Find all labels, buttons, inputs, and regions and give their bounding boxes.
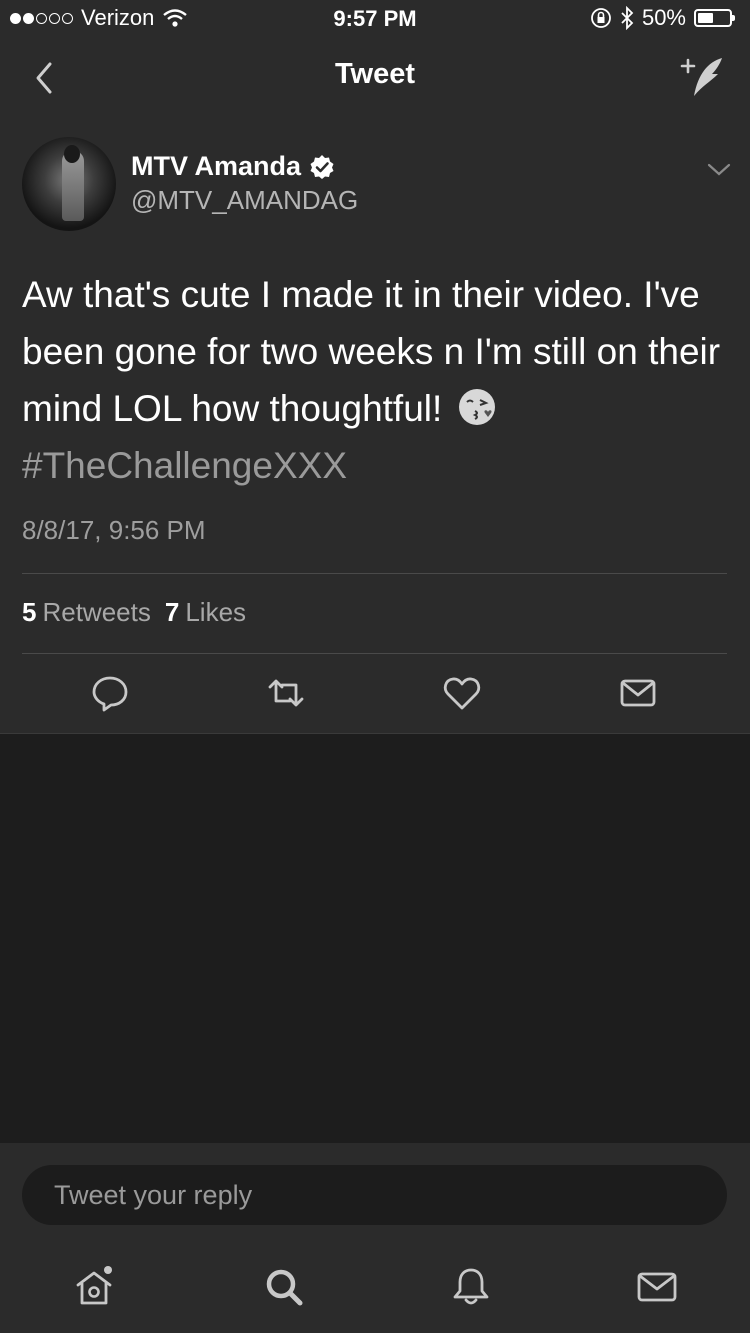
divider xyxy=(0,733,750,734)
engagement-stats: 5 Retweets 7 Likes xyxy=(22,597,246,628)
envelope-icon[interactable] xyxy=(618,673,658,713)
bell-icon[interactable] xyxy=(449,1265,493,1309)
author-name[interactable]: MTV Amanda xyxy=(131,151,301,182)
status-right: 50% xyxy=(590,5,735,31)
heart-icon[interactable] xyxy=(442,673,482,713)
reply-icon[interactable] xyxy=(90,673,130,713)
bluetooth-icon xyxy=(621,6,634,30)
tweet-detail-card: MTV Amanda @MTV_AMANDAG Aw that's cute I… xyxy=(0,115,750,733)
author-handle[interactable]: @MTV_AMANDAG xyxy=(131,185,358,216)
status-bar: Verizon 9:57 PM 50% xyxy=(0,0,750,40)
bottom-area: Tweet your reply xyxy=(0,1143,750,1333)
reply-placeholder: Tweet your reply xyxy=(54,1180,253,1210)
likes-stat[interactable]: 7 Likes xyxy=(165,597,246,628)
compose-tweet-icon[interactable] xyxy=(678,52,730,104)
envelope-icon[interactable] xyxy=(635,1265,679,1309)
divider xyxy=(22,653,727,654)
tweet-text: Aw that's cute I made it in their video.… xyxy=(22,266,732,494)
likes-count: 7 xyxy=(164,597,180,627)
battery-icon xyxy=(694,9,735,27)
top-bar: Verizon 9:57 PM 50% Tweet xyxy=(0,0,750,115)
search-icon[interactable] xyxy=(262,1265,306,1309)
retweets-stat[interactable]: 5 Retweets xyxy=(22,597,151,628)
battery-fill xyxy=(698,13,713,23)
page-title: Tweet xyxy=(334,58,416,90)
divider xyxy=(22,573,727,574)
battery-percent: 50% xyxy=(641,5,686,30)
tweet-body: Aw that's cute I made it in their video.… xyxy=(22,274,721,429)
verified-badge-icon xyxy=(310,154,334,179)
kissing-face-emoji xyxy=(458,389,495,426)
rotation-lock-icon xyxy=(591,8,611,28)
retweets-count: 5 xyxy=(22,597,37,627)
retweet-icon[interactable] xyxy=(266,673,306,713)
home-icon[interactable] xyxy=(72,1265,116,1309)
author-row: MTV Amanda xyxy=(131,151,335,182)
chevron-down-icon[interactable] xyxy=(706,159,732,179)
likes-label: Likes xyxy=(185,597,247,627)
hashtag-link[interactable]: #TheChallengeXXX xyxy=(22,445,347,486)
reply-input[interactable]: Tweet your reply xyxy=(22,1165,727,1225)
tweet-timestamp: 8/8/17, 9:56 PM xyxy=(22,515,206,545)
avatar[interactable] xyxy=(22,137,116,231)
retweets-label: Retweets xyxy=(42,597,151,627)
